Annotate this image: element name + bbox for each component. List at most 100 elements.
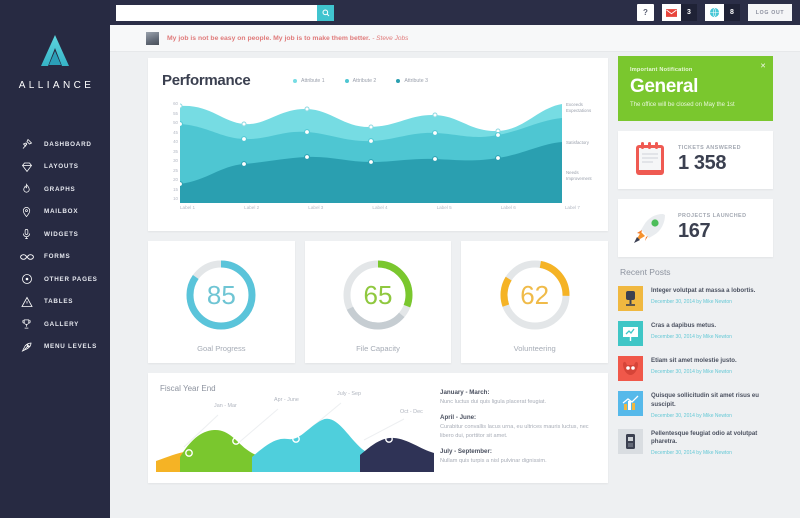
- donut-chart: 85: [183, 257, 259, 333]
- office-chair-icon: [618, 286, 643, 311]
- gauges-row: 85 Goal Progress 65 File Capacity 62 Vol…: [148, 241, 609, 363]
- y-tick: 20: [173, 177, 178, 182]
- x-tick: Label 2: [244, 205, 260, 210]
- y-tick: 45: [173, 129, 178, 135]
- sidebar-item-gallery[interactable]: GALLERY: [0, 313, 110, 336]
- fiscal-year-card: Fiscal Year End Jan - Mar Apr - June Jul…: [148, 373, 608, 483]
- annotation-line: Improvement: [566, 175, 592, 181]
- sidebar-item-label: MAILBOX: [44, 208, 79, 216]
- performance-plot: 60 55 50 45 40 35 30 25 20 15 10 Label 1…: [162, 101, 594, 214]
- alliance-triangle-logo-icon: [38, 34, 72, 68]
- x-tick: Label 4: [372, 205, 388, 210]
- trophy-icon: [18, 316, 35, 332]
- post-body: Pellentesque feugiat odio at volutpat ph…: [651, 429, 773, 457]
- sidebar-item-mailbox[interactable]: MAILBOX: [0, 201, 110, 224]
- legend-label: Attribute 2: [352, 78, 377, 84]
- sidebar-item-dashboard[interactable]: DASHBOARD: [0, 133, 110, 156]
- donut-chart: 62: [497, 257, 573, 333]
- fiscal-descriptions: January - March: Nunc luctus dui quis li…: [440, 389, 592, 474]
- list-item[interactable]: Cras a dapibus metus. December 30, 2014 …: [618, 321, 773, 346]
- search-icon: [322, 9, 329, 16]
- stat-card-tickets-answered: TICKETS ANSWERED 1 358: [618, 131, 773, 189]
- sidebar-item-label: LAYOUTS: [44, 163, 79, 171]
- stat-text: TICKETS ANSWERED 1 358: [678, 145, 741, 175]
- notifications-indicator[interactable]: 8: [705, 4, 740, 21]
- messages-count: 3: [681, 4, 697, 21]
- list-item[interactable]: Integer volutpat at massa a lobortis. De…: [618, 286, 773, 311]
- sidebar-item-label: MENU LEVELS: [44, 343, 98, 351]
- envelope-icon[interactable]: [662, 4, 681, 21]
- fiscal-body: Nunc luctus dui quis ligula placerat feu…: [440, 399, 547, 405]
- presentation-icon: [618, 321, 643, 346]
- sidebar-item-label: TABLES: [44, 298, 74, 306]
- logout-button[interactable]: LOG OUT: [748, 4, 792, 21]
- legend-item[interactable]: Attribute 1: [293, 78, 325, 84]
- legend-swatch-icon: [396, 79, 401, 83]
- left-column: Performance Attribute 1 Attribute 2 Attr…: [148, 58, 609, 493]
- sidebar-item-forms[interactable]: FORMS: [0, 246, 110, 269]
- sidebar-item-menu-levels[interactable]: MENU LEVELS: [0, 336, 110, 359]
- help-button[interactable]: ?: [637, 4, 654, 21]
- x-axis: Label 1 Label 2 Label 3 Label 4 Label 5 …: [180, 205, 580, 210]
- y-tick: 30: [173, 158, 178, 163]
- y-tick: 10: [173, 196, 178, 201]
- recent-posts-panel: Recent Posts Integer volutpat at massa a…: [618, 267, 773, 456]
- search-input[interactable]: [116, 4, 317, 21]
- microphone-icon: [18, 226, 35, 242]
- list-item[interactable]: Etiam sit amet molestie justo. December …: [618, 356, 773, 381]
- sidebar-item-tables[interactable]: TABLES: [0, 291, 110, 314]
- fiscal-heading: July - September:: [440, 448, 492, 456]
- fiscal-block: July - September: Nullam quis turpis a n…: [440, 448, 592, 465]
- x-tick: Label 5: [436, 205, 452, 210]
- legend-label: Attribute 1: [301, 78, 325, 84]
- fiscal-body: Curabitur convallis lacus urna, eu ultri…: [440, 424, 589, 439]
- post-meta: December 30, 2014 by Mike Newton: [651, 333, 732, 340]
- legend-swatch-icon: [293, 79, 297, 83]
- sidebar-item-graphs[interactable]: GRAPHS: [0, 178, 110, 201]
- sidebar-item-label: GALLERY: [44, 320, 80, 328]
- fiscal-heading: April - June:: [440, 414, 477, 422]
- triangle-alert-icon: [18, 294, 35, 310]
- stat-card-projects-launched: PROJECTS LAUNCHED 167: [618, 199, 773, 257]
- post-body: Integer volutpat at massa a lobortis. De…: [651, 286, 755, 311]
- brand-logo-block[interactable]: ALLIANCE: [0, 0, 110, 91]
- post-meta: December 30, 2014 by Mike Newton: [651, 412, 732, 419]
- stat-text: PROJECTS LAUNCHED 167: [678, 213, 746, 243]
- search-button[interactable]: [317, 4, 334, 21]
- notification-kicker: Important Notification: [630, 67, 693, 73]
- performance-chart-card: Performance Attribute 1 Attribute 2 Attr…: [148, 58, 608, 231]
- legend-item[interactable]: Attribute 2: [344, 78, 377, 84]
- sidebar-nav: DASHBOARD LAYOUTS GRAPHS MAILBOX WIDGETS: [0, 133, 110, 358]
- chart-legend: Attribute 1 Attribute 2 Attribute 3: [293, 78, 428, 84]
- sidebar-item-label: FORMS: [44, 253, 71, 261]
- gauge-label: Volunteering: [513, 344, 556, 353]
- y-tick: 35: [173, 148, 178, 154]
- close-icon[interactable]: ✕: [760, 62, 766, 70]
- stat-key: PROJECTS LAUNCHED: [678, 213, 747, 219]
- list-item[interactable]: Pellentesque feugiat odio at volutpat ph…: [618, 428, 773, 457]
- sidebar-item-widgets[interactable]: WIDGETS: [0, 223, 110, 246]
- chart-annotation: Satisfactory: [566, 140, 589, 146]
- legend-item[interactable]: Attribute 3: [396, 78, 428, 84]
- rocket-icon: [630, 210, 670, 246]
- sidebar-item-other-pages[interactable]: OTHER PAGES: [0, 268, 110, 291]
- post-title: Quisque sollicitudin sit amet risus eu s…: [651, 392, 760, 408]
- y-tick: 55: [173, 110, 178, 116]
- list-item[interactable]: Quisque sollicitudin sit amet risus eu s…: [618, 391, 773, 419]
- y-tick: 60: [173, 101, 178, 106]
- fiscal-block: January - March: Nunc luctus dui quis li…: [440, 389, 592, 406]
- notification-card: ✕ Important Notification General The off…: [618, 56, 773, 121]
- top-bar: ? 3 8 LOG OUT: [110, 0, 800, 25]
- post-meta: December 30, 2014 by Mike Newton: [651, 450, 732, 457]
- globe-icon[interactable]: [705, 4, 724, 21]
- stat-value: 1 358: [678, 152, 727, 174]
- quote-text: My job is not be easy on people. My job …: [167, 34, 371, 42]
- messages-indicator[interactable]: 3: [662, 4, 697, 21]
- post-meta: December 30, 2014 by Mike Newton: [651, 368, 732, 375]
- sidebar-item-label: GRAPHS: [44, 185, 76, 193]
- fiscal-label: Oct - Dec: [400, 409, 423, 415]
- annotation-line: Satisfactory: [566, 140, 589, 145]
- post-title: Cras a dapibus metus.: [651, 322, 717, 329]
- sidebar-item-layouts[interactable]: LAYOUTS: [0, 156, 110, 179]
- avatar: [146, 31, 159, 45]
